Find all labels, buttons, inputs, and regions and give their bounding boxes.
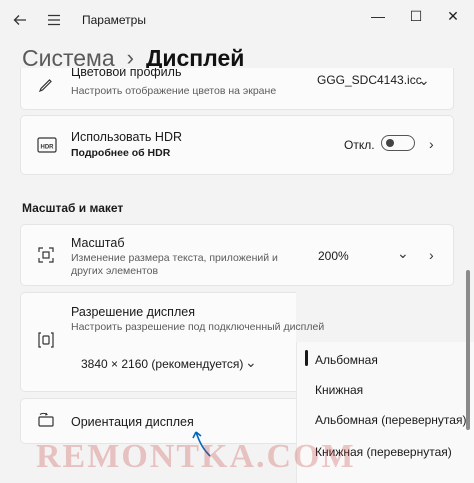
scale-card[interactable]: Масштаб Изменение размера текста, прилож… (20, 224, 454, 286)
chevron-right-icon[interactable]: › (429, 136, 434, 152)
chevron-down-icon[interactable]: ⌄ (418, 72, 430, 89)
resolution-icon (37, 331, 57, 351)
title-bar: Параметры — ☐ ✕ (0, 0, 474, 40)
orientation-option[interactable]: Книжная (315, 383, 363, 397)
toggle-knob (386, 138, 394, 147)
scale-title: Масштаб (71, 236, 125, 250)
resolution-value[interactable]: 3840 × 2160 (рекомендуется) (81, 357, 243, 371)
orientation-option[interactable]: Альбомная (315, 353, 378, 367)
scale-value[interactable]: 200% (318, 249, 349, 263)
color-profile-subtitle: Настроить отображение цветов на экране (71, 85, 277, 97)
color-profile-title: Цветовой профиль (71, 68, 182, 79)
watermark-text: REMONTKA.COM (36, 438, 356, 475)
close-button[interactable]: ✕ (438, 6, 468, 26)
orientation-title: Ориентация дисплея (71, 415, 194, 429)
orientation-option[interactable]: Альбомная (перевернутая) (315, 413, 466, 427)
resolution-card[interactable]: Разрешение дисплея Настроить разрешение … (20, 292, 324, 392)
hdr-icon: HDR (37, 136, 57, 156)
color-profile-card[interactable]: Цветовой профиль Настроить отображение ц… (20, 68, 454, 110)
chevron-down-icon[interactable]: ⌄ (397, 245, 409, 262)
hdr-learn-more-link[interactable]: Подробнее об HDR (71, 147, 170, 159)
scale-subtitle: Изменение размера текста, приложений и д… (71, 252, 278, 277)
hdr-toggle[interactable] (381, 135, 415, 151)
maximize-button[interactable]: ☐ (401, 6, 431, 26)
section-heading: Масштаб и макет (22, 201, 124, 215)
scale-icon (37, 246, 57, 266)
back-arrow-icon[interactable] (6, 8, 34, 32)
pen-icon (37, 76, 57, 96)
chevron-down-icon[interactable]: ⌄ (245, 354, 257, 371)
selected-indicator (305, 350, 308, 366)
color-profile-value[interactable]: GGG_SDC4143.icc (317, 73, 422, 87)
hamburger-icon[interactable] (40, 8, 68, 32)
hdr-title: Использовать HDR (71, 130, 182, 144)
resolution-title: Разрешение дисплея (71, 305, 195, 319)
scrollbar[interactable] (466, 270, 470, 430)
svg-text:HDR: HDR (41, 145, 55, 151)
hdr-toggle-label: Откл. (344, 138, 375, 152)
chevron-right-icon[interactable]: › (429, 247, 434, 263)
orientation-icon (37, 411, 57, 431)
app-title: Параметры (82, 13, 146, 27)
resolution-subtitle: Настроить разрешение под подключенный ди… (71, 321, 325, 333)
minimize-button[interactable]: — (363, 6, 393, 26)
